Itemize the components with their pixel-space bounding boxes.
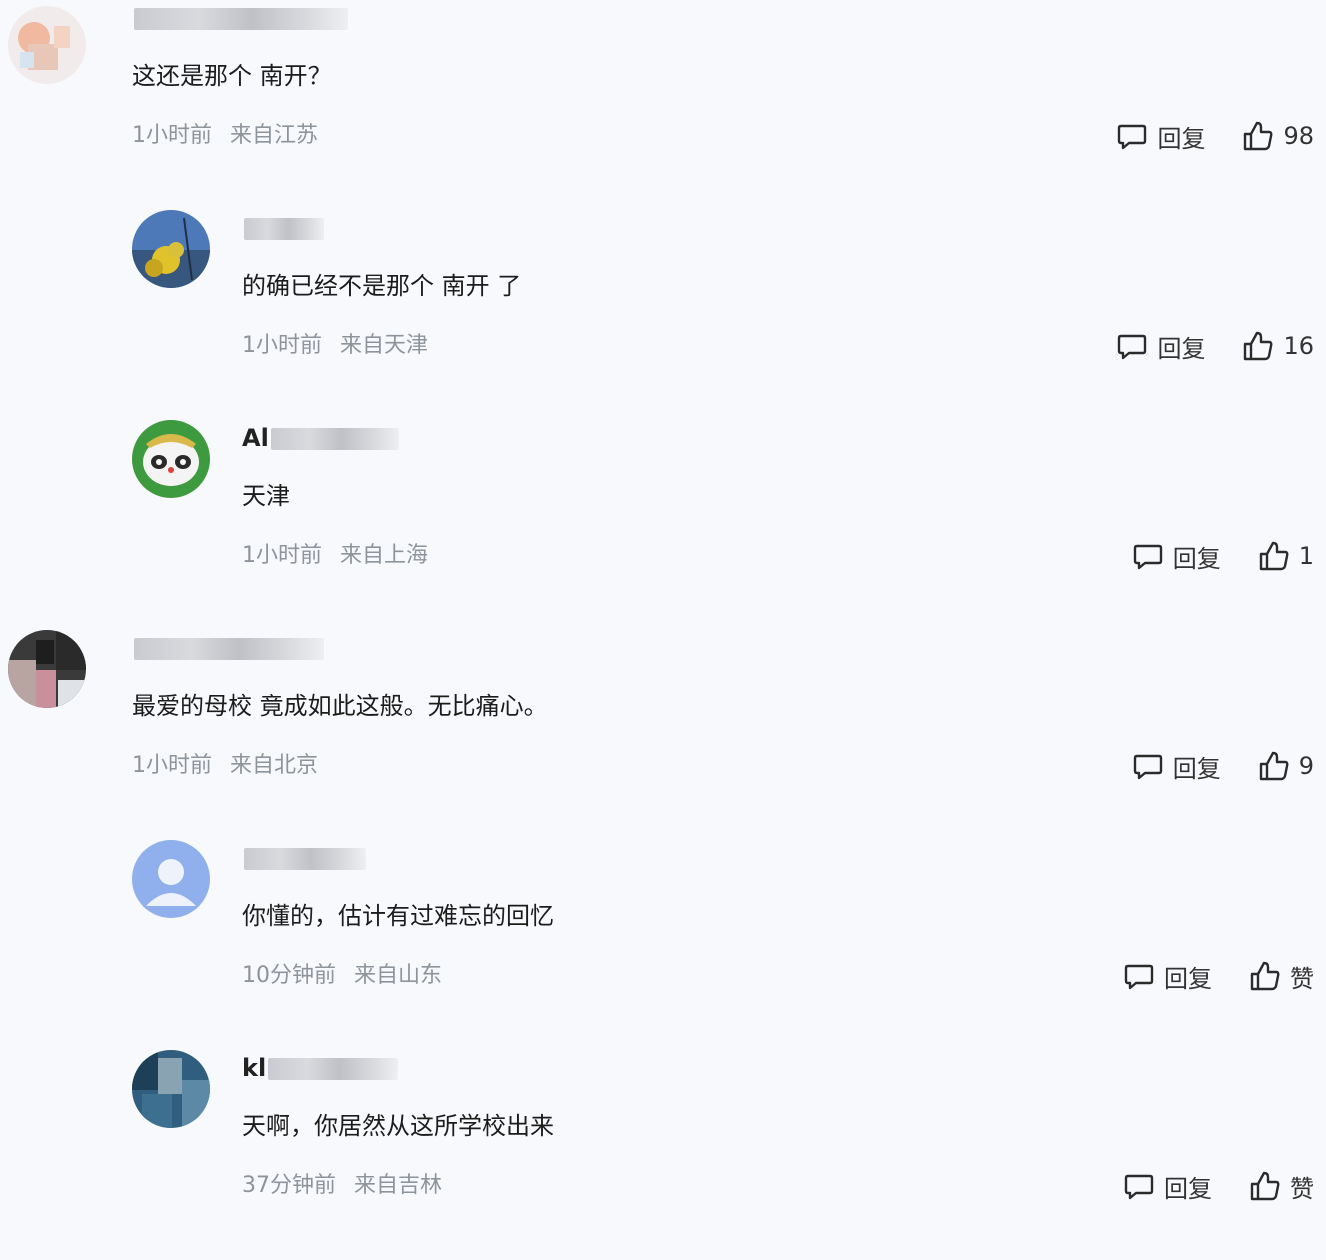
comment-time: 10分钟前	[242, 963, 336, 988]
redacted-name	[244, 848, 366, 870]
comment-time: 1小时前	[242, 543, 322, 568]
username[interactable]	[242, 838, 366, 878]
avatar[interactable]	[132, 210, 210, 288]
comment-actions: 回复 16	[1115, 326, 1314, 366]
username[interactable]: Al	[242, 418, 399, 458]
username[interactable]	[242, 208, 324, 248]
speech-bubble-icon	[1118, 334, 1147, 360]
like-count: 16	[1283, 332, 1314, 360]
comment-location: 来自天津	[340, 333, 429, 358]
comment-text: 最爱的母校 竟成如此这般。无比痛心。	[132, 692, 548, 720]
avatar[interactable]	[8, 6, 86, 84]
reply-button[interactable]: 回复	[1115, 329, 1205, 364]
redacted-name	[134, 638, 324, 660]
username[interactable]	[132, 628, 324, 668]
like-button[interactable]: 16	[1241, 329, 1314, 363]
comment-time: 37分钟前	[242, 1173, 336, 1198]
comment-text: 天津	[242, 482, 290, 510]
thumbs-up-icon	[1250, 961, 1280, 991]
comment-meta: 10分钟前 来自山东	[242, 956, 442, 996]
username[interactable]	[132, 0, 348, 38]
reply-button[interactable]: 回复	[1131, 539, 1221, 574]
comment-time: 1小时前	[132, 753, 212, 778]
reply-label: 回复	[1164, 964, 1212, 993]
comment-text: 天啊，你居然从这所学校出来	[242, 1112, 554, 1140]
comment-actions: 回复 赞	[1122, 956, 1314, 996]
comment-actions: 回复 98	[1115, 116, 1314, 156]
comment-actions: 回复 赞	[1122, 1166, 1314, 1206]
comment-item: Al 天津 1小时前 来自上海 回复 1	[0, 420, 1326, 630]
username[interactable]: kl	[242, 1048, 399, 1088]
avatar[interactable]	[132, 1050, 210, 1128]
like-button[interactable]: 赞	[1248, 1169, 1314, 1204]
comment-text: 你懂的，估计有过难忘的回忆	[242, 902, 554, 930]
comment-location: 来自吉林	[354, 1173, 443, 1198]
reply-label: 回复	[1172, 544, 1221, 573]
comment-item: 最爱的母校 竟成如此这般。无比痛心。 1小时前 来自北京 回复 9	[0, 630, 1326, 840]
thumbs-up-icon	[1250, 1171, 1280, 1201]
comment-meta: 1小时前 来自北京	[132, 746, 318, 786]
comment-time: 1小时前	[242, 333, 322, 358]
speech-bubble-icon	[1124, 1174, 1154, 1200]
comment-actions: 回复 9	[1131, 746, 1314, 786]
like-button[interactable]: 1	[1257, 539, 1314, 573]
like-button[interactable]: 9	[1257, 749, 1314, 783]
speech-bubble-icon	[1118, 124, 1147, 150]
comment-item: 这还是那个 南开？ 1小时前 来自江苏 回复 98	[0, 0, 1326, 210]
comment-text: 的确已经不是那个 南开 了	[242, 272, 522, 300]
comment-location: 来自北京	[230, 753, 319, 778]
speech-bubble-icon	[1133, 754, 1162, 780]
comment-meta: 37分钟前 来自吉林	[242, 1166, 442, 1206]
avatar[interactable]	[132, 420, 210, 498]
comment-item: 的确已经不是那个 南开 了 1小时前 来自天津 回复 16	[0, 210, 1326, 420]
comment-text: 这还是那个 南开？	[132, 62, 332, 90]
comment-item: kl 天啊，你居然从这所学校出来 37分钟前 来自吉林 回复 赞	[0, 1050, 1326, 1260]
redacted-name	[244, 218, 324, 240]
like-count: 赞	[1290, 964, 1314, 993]
comment-location: 来自上海	[340, 543, 429, 568]
like-count: 1	[1298, 542, 1314, 570]
avatar[interactable]	[132, 840, 210, 918]
thumbs-up-icon	[1244, 121, 1273, 151]
avatar[interactable]	[8, 630, 86, 708]
reply-label: 回复	[1157, 124, 1206, 153]
thumbs-up-icon	[1259, 751, 1289, 781]
comment-item: 你懂的，估计有过难忘的回忆 10分钟前 来自山东 回复 赞	[0, 840, 1326, 1050]
reply-button[interactable]: 回复	[1122, 1169, 1212, 1204]
comment-actions: 回复 1	[1131, 536, 1314, 576]
comment-meta: 1小时前 来自江苏	[132, 116, 318, 156]
like-button[interactable]: 98	[1241, 119, 1314, 153]
comment-meta: 1小时前 来自上海	[242, 536, 428, 576]
like-count: 98	[1283, 122, 1314, 150]
redacted-name	[134, 8, 348, 30]
like-count: 9	[1298, 752, 1314, 780]
like-button[interactable]: 赞	[1248, 959, 1314, 994]
reply-button[interactable]: 回复	[1122, 959, 1212, 994]
reply-button[interactable]: 回复	[1115, 119, 1205, 154]
redacted-name	[268, 1058, 399, 1080]
thumbs-up-icon	[1244, 331, 1273, 361]
reply-label: 回复	[1172, 754, 1221, 783]
like-count: 赞	[1290, 1174, 1314, 1203]
reply-label: 回复	[1164, 1174, 1212, 1203]
redacted-name	[270, 428, 399, 450]
reply-label: 回复	[1157, 334, 1206, 363]
reply-button[interactable]: 回复	[1131, 749, 1221, 784]
comment-time: 1小时前	[132, 123, 212, 148]
comment-meta: 1小时前 来自天津	[242, 326, 428, 366]
comment-location: 来自江苏	[230, 123, 319, 148]
speech-bubble-icon	[1124, 964, 1154, 990]
comment-location: 来自山东	[354, 963, 443, 988]
speech-bubble-icon	[1133, 544, 1162, 570]
thumbs-up-icon	[1259, 541, 1289, 571]
